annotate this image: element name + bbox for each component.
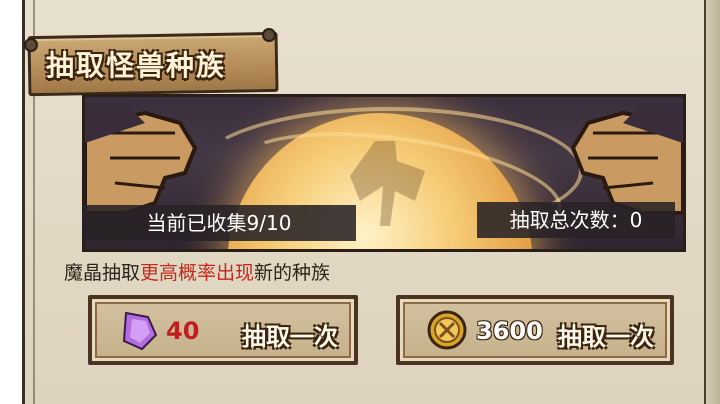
hint-suffix: 新的种族 (254, 262, 331, 284)
gold-cost: 3600 (476, 317, 543, 345)
title-banner: 抽取怪兽种族 (22, 20, 280, 97)
gold-coin-icon (427, 310, 467, 350)
nail-left (24, 38, 38, 52)
crystal-draw-label: 抽取一次 (242, 323, 338, 351)
draw-with-crystal-button[interactable]: 40 抽取一次 (88, 295, 358, 365)
crystal-cost: 40 (166, 317, 200, 345)
panel-right-edge (704, 0, 720, 404)
nail-right (262, 28, 276, 42)
gold-draw-label: 抽取一次 (558, 323, 654, 351)
page-title: 抽取怪兽种族 (46, 49, 227, 82)
crystal-icon (122, 311, 158, 351)
hint-highlight: 更高概率出现 (140, 262, 255, 284)
collection-progress: 当前已收集9/10 (82, 205, 356, 241)
hint-prefix: 魔晶抽取 (64, 262, 141, 284)
draw-hint: 魔晶抽取更高概率出现新的种族 (64, 258, 330, 285)
total-draws-counter: 抽取总次数：0 (477, 202, 675, 238)
draw-with-gold-button[interactable]: 3600 抽取一次 (396, 295, 674, 365)
